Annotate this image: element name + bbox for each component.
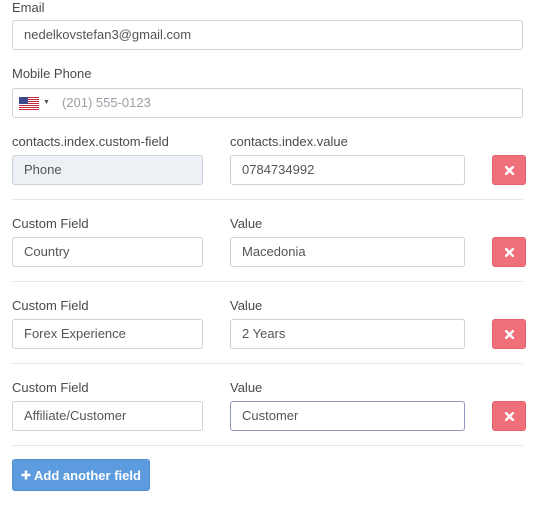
delete-field-button[interactable]	[492, 237, 526, 267]
add-field-label: Add another field	[34, 467, 141, 483]
custom-field-label: Custom Field	[12, 298, 89, 313]
close-icon	[504, 411, 514, 421]
phone-placeholder: (201) 555-0123	[61, 95, 151, 110]
close-icon	[504, 165, 514, 175]
value-input[interactable]: Customer	[230, 401, 465, 431]
divider	[12, 445, 523, 446]
divider	[12, 199, 523, 200]
chevron-down-icon[interactable]: ▼	[43, 98, 50, 108]
close-icon	[504, 247, 514, 257]
email-field[interactable]: nedelkovstefan3@gmail.com	[12, 20, 523, 50]
us-flag-icon[interactable]	[19, 96, 39, 110]
mobile-phone-field[interactable]: ▼ (201) 555-0123	[12, 88, 523, 118]
email-label: Email	[12, 0, 45, 15]
value-input[interactable]: 0784734992	[230, 155, 465, 185]
value-label: Value	[230, 380, 263, 395]
value-label: contacts.index.value	[230, 134, 348, 149]
mobile-phone-label: Mobile Phone	[12, 66, 92, 81]
custom-field-label: Custom Field	[12, 216, 89, 231]
custom-field-input[interactable]: Affiliate/Customer	[12, 401, 203, 431]
custom-field-input[interactable]: Phone	[12, 155, 203, 185]
value-input[interactable]: 2 Years	[230, 319, 465, 349]
divider	[12, 363, 523, 364]
value-label: Value	[230, 298, 263, 313]
custom-field-label: Custom Field	[12, 380, 89, 395]
value-label: Value	[230, 216, 263, 231]
divider	[12, 281, 523, 282]
value-input[interactable]: Macedonia	[230, 237, 465, 267]
custom-field-input[interactable]: Country	[12, 237, 203, 267]
delete-field-button[interactable]	[492, 155, 526, 185]
custom-field-label: contacts.index.custom-field	[12, 134, 169, 149]
add-field-button[interactable]: Add another field	[12, 459, 150, 491]
delete-field-button[interactable]	[492, 319, 526, 349]
close-icon	[504, 329, 514, 339]
delete-field-button[interactable]	[492, 401, 526, 431]
plus-icon	[21, 470, 31, 480]
custom-field-input[interactable]: Forex Experience	[12, 319, 203, 349]
